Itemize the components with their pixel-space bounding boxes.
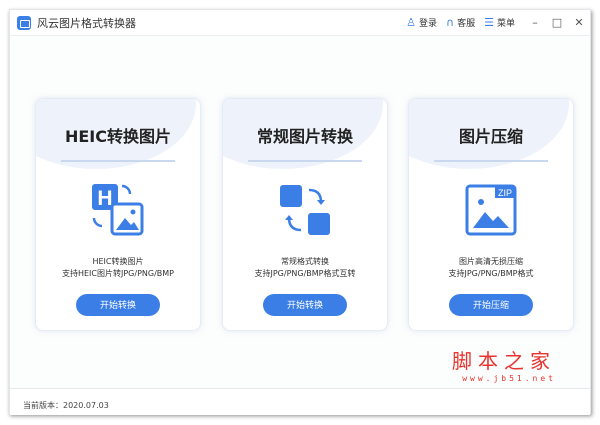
service-button[interactable]: ∩ 客服 <box>446 16 475 29</box>
card-desc-2: 支持JPG/PNG/BMP格式互转 <box>254 269 356 278</box>
login-button[interactable]: ♙ 登录 <box>406 16 437 29</box>
start-heic-button[interactable]: 开始转换 <box>76 294 160 316</box>
svg-text:H: H <box>97 187 112 210</box>
card-desc-1: 常规格式转换 <box>281 257 329 266</box>
status-bar: 当前版本：2020.07.03 <box>10 388 590 415</box>
card-desc-1: 图片高清无损压缩 <box>459 257 523 266</box>
headset-icon: ∩ <box>446 16 455 29</box>
login-label: 登录 <box>419 19 438 29</box>
divider <box>434 160 548 162</box>
minimize-button[interactable]: – <box>524 16 546 29</box>
card-desc-2: 支持JPG/PNG/BMP格式 <box>448 269 534 278</box>
menu-label: 菜单 <box>496 19 515 29</box>
watermark-url: www.jb51.net <box>462 374 556 383</box>
start-compress-button[interactable]: 开始压缩 <box>449 294 533 316</box>
app-window: 风云图片格式转换器 ♙ 登录 ∩ 客服 ☰ 菜单 – □ ✕ HEIC转换图片 H H… <box>9 9 591 415</box>
user-icon: ♙ <box>406 16 417 29</box>
start-convert-button[interactable]: 开始转换 <box>263 294 347 316</box>
card-title: 常规图片转换 <box>256 127 353 146</box>
card-desc-2: 支持HEIC图片转JPG/PNG/BMP <box>61 269 174 278</box>
menu-icon: ☰ <box>484 16 494 29</box>
watermark: 脚本之家 www.jb51.net <box>452 345 556 383</box>
convert-icon <box>280 185 330 235</box>
card-title: 图片压缩 <box>458 127 523 146</box>
title-bar: 风云图片格式转换器 ♙ 登录 ∩ 客服 ☰ 菜单 – □ ✕ <box>10 10 590 36</box>
service-label: 客服 <box>457 19 476 29</box>
divider <box>248 160 362 162</box>
version-label: 当前版本：2020.07.03 <box>23 401 109 410</box>
zip-label: ZIP <box>498 188 512 198</box>
card-convert: 常规图片转换 常规格式转换 支持JPG/PNG/BMP格式互转 开始转换 <box>222 98 388 331</box>
close-button[interactable]: ✕ <box>568 16 590 29</box>
card-title: HEIC转换图片 <box>64 127 172 146</box>
menu-button[interactable]: ☰ 菜单 <box>484 16 515 29</box>
card-compress: 图片压缩 ZIP 图片高清无损压缩 支持JPG/PNG/BMP格式 开始压缩 <box>408 98 574 331</box>
divider <box>61 160 175 162</box>
card-heic: HEIC转换图片 H HEIC转换图片 支持HEIC图片转JPG/PNG/BMP… <box>35 98 201 331</box>
app-title: 风云图片格式转换器 <box>37 16 136 30</box>
card-desc-1: HEIC转换图片 <box>92 257 144 266</box>
maximize-button[interactable]: □ <box>546 16 568 29</box>
watermark-name: 脚本之家 <box>452 349 556 373</box>
heic-image-icon: H <box>92 184 144 236</box>
zip-image-icon: ZIP <box>465 184 517 236</box>
app-logo-icon <box>17 15 31 30</box>
